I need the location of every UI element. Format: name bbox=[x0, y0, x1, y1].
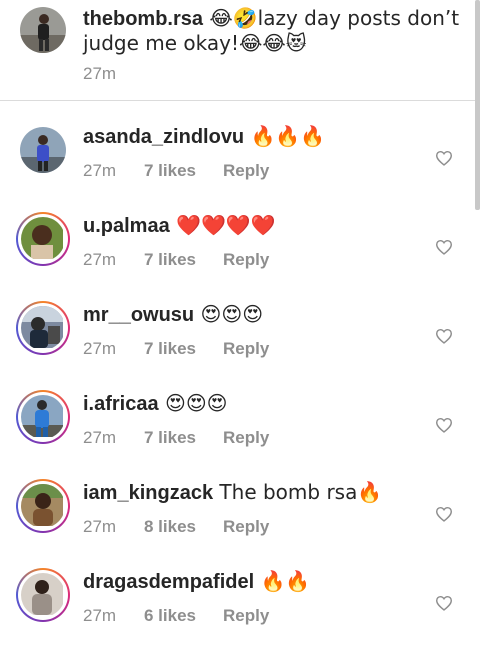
comment-username[interactable]: iam_kingzack bbox=[83, 482, 213, 504]
avatar-story-ring[interactable] bbox=[16, 301, 70, 355]
comment-meta: 27m 7 likes Reply bbox=[83, 339, 269, 359]
avatar[interactable] bbox=[21, 484, 65, 528]
comment-time: 27m bbox=[83, 517, 117, 536]
caption-text: thebomb.rsa 😂🤣lazy day posts don’t judge… bbox=[83, 6, 463, 56]
comment-body: u.palmaa ❤️❤️❤️❤️ bbox=[83, 212, 433, 239]
avatar-story-ring[interactable] bbox=[16, 479, 70, 533]
avatar-frame[interactable] bbox=[16, 123, 70, 177]
comment-body: i.africaa 😍😍😍 bbox=[83, 390, 433, 417]
comment-item: u.palmaa ❤️❤️❤️❤️ 27m 7 likes Reply bbox=[0, 206, 480, 295]
avatar[interactable] bbox=[21, 395, 65, 439]
heart-outline-icon[interactable] bbox=[435, 506, 453, 522]
comment-username[interactable]: dragasdempafidel bbox=[83, 571, 254, 593]
heart-outline-icon[interactable] bbox=[435, 239, 453, 255]
caption-author-avatar[interactable] bbox=[20, 7, 66, 53]
comment-likes[interactable]: 6 likes bbox=[144, 606, 223, 626]
caption-timestamp: 27m bbox=[83, 64, 117, 83]
comment-body: mr__owusu 😍😍😍 bbox=[83, 301, 433, 328]
scrollbar[interactable] bbox=[475, 0, 480, 210]
comment-time: 27m bbox=[83, 161, 117, 180]
comment-text: 🔥🔥🔥 bbox=[244, 124, 326, 148]
comment-likes[interactable]: 7 likes bbox=[144, 428, 223, 448]
comment-likes[interactable]: 7 likes bbox=[144, 161, 223, 181]
comment-text: The bomb rsa🔥 bbox=[213, 480, 383, 504]
comment-time: 27m bbox=[83, 606, 117, 625]
comment-likes[interactable]: 7 likes bbox=[144, 339, 223, 359]
comment-meta: 27m 6 likes Reply bbox=[83, 606, 269, 626]
post-caption: thebomb.rsa 😂🤣lazy day posts don’t judge… bbox=[0, 0, 480, 101]
heart-outline-icon[interactable] bbox=[435, 417, 453, 433]
comment-body: iam_kingzack The bomb rsa🔥 bbox=[83, 479, 433, 506]
reply-button[interactable]: Reply bbox=[223, 606, 269, 625]
comment-body: asanda_zindlovu 🔥🔥🔥 bbox=[83, 123, 433, 150]
comment-text: 😍😍😍 bbox=[194, 302, 264, 326]
comment-username[interactable]: mr__owusu bbox=[83, 304, 194, 326]
avatar[interactable] bbox=[21, 306, 65, 350]
comment-text: 🔥🔥 bbox=[254, 569, 311, 593]
comment-item: iam_kingzack The bomb rsa🔥 27m 8 likes Rep… bbox=[0, 473, 480, 562]
comment-meta: 27m 8 likes Reply bbox=[83, 517, 269, 537]
avatar-frame bbox=[18, 392, 68, 442]
reply-button[interactable]: Reply bbox=[223, 428, 269, 447]
comment-meta: 27m 7 likes Reply bbox=[83, 250, 269, 270]
caption-username[interactable]: thebomb.rsa bbox=[83, 8, 203, 30]
comment-time: 27m bbox=[83, 339, 117, 358]
avatar[interactable] bbox=[21, 573, 65, 617]
avatar-story-ring[interactable] bbox=[16, 390, 70, 444]
comment-time: 27m bbox=[83, 250, 117, 269]
reply-button[interactable]: Reply bbox=[223, 517, 269, 536]
reply-button[interactable]: Reply bbox=[223, 339, 269, 358]
reply-button[interactable]: Reply bbox=[223, 161, 269, 180]
avatar-story-ring[interactable] bbox=[16, 212, 70, 266]
comment-item: i.africaa 😍😍😍 27m 7 likes Reply bbox=[0, 384, 480, 473]
comment-item: asanda_zindlovu 🔥🔥🔥 27m 7 likes Reply bbox=[0, 117, 480, 206]
comment-username[interactable]: i.africaa bbox=[83, 393, 159, 415]
avatar-frame bbox=[18, 303, 68, 353]
comment-meta: 27m 7 likes Reply bbox=[83, 428, 269, 448]
comment-username[interactable]: asanda_zindlovu bbox=[83, 126, 244, 148]
comment-likes[interactable]: 7 likes bbox=[144, 250, 223, 270]
comment-item: mr__owusu 😍😍😍 27m 7 likes Reply bbox=[0, 295, 480, 384]
reply-button[interactable]: Reply bbox=[223, 250, 269, 269]
avatar-frame bbox=[18, 481, 68, 531]
heart-outline-icon[interactable] bbox=[435, 595, 453, 611]
comment-text: ❤️❤️❤️❤️ bbox=[169, 213, 276, 237]
comment-item: dragasdempafidel 🔥🔥 27m 6 likes Reply bbox=[0, 562, 480, 651]
comment-meta: 27m 7 likes Reply bbox=[83, 161, 269, 181]
heart-outline-icon[interactable] bbox=[435, 328, 453, 344]
avatar-story-ring[interactable] bbox=[16, 568, 70, 622]
avatar-frame bbox=[18, 570, 68, 620]
avatar[interactable] bbox=[20, 127, 66, 173]
comment-time: 27m bbox=[83, 428, 117, 447]
comment-username[interactable]: u.palmaa bbox=[83, 215, 170, 237]
heart-outline-icon[interactable] bbox=[435, 150, 453, 166]
comment-body: dragasdempafidel 🔥🔥 bbox=[83, 568, 433, 595]
avatar-frame bbox=[18, 214, 68, 264]
avatar[interactable] bbox=[21, 217, 65, 261]
comment-likes[interactable]: 8 likes bbox=[144, 517, 223, 537]
comment-text: 😍😍😍 bbox=[158, 391, 228, 415]
